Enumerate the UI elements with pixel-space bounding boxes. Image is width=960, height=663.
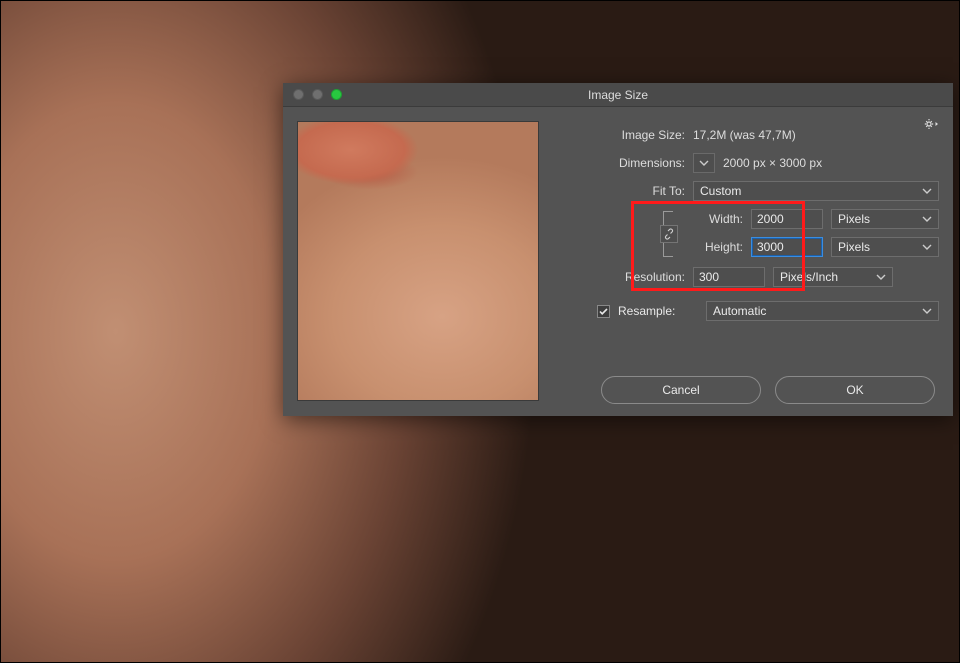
fit-to-dropdown[interactable]: Custom — [693, 181, 939, 201]
dimensions-unit-toggle[interactable] — [693, 153, 715, 173]
height-input[interactable]: 3000 — [751, 237, 823, 257]
dialog-title: Image Size — [283, 88, 953, 102]
width-input[interactable]: 2000 — [751, 209, 823, 229]
resample-value: Automatic — [713, 304, 766, 318]
height-label: Height: — [685, 240, 743, 254]
fit-to-label: Fit To: — [555, 184, 685, 198]
controls-panel: Image Size: 17,2M (was 47,7M) Dimensions… — [555, 121, 939, 404]
image-preview[interactable] — [297, 121, 539, 401]
resolution-unit-dropdown[interactable]: Pixels/Inch — [773, 267, 893, 287]
gear-icon[interactable] — [923, 117, 939, 134]
image-size-label: Image Size: — [555, 128, 685, 142]
resolution-input[interactable]: 300 — [693, 267, 765, 287]
resample-dropdown[interactable]: Automatic — [706, 301, 939, 321]
window-maximize-button[interactable] — [331, 89, 342, 100]
width-unit-value: Pixels — [838, 212, 870, 226]
constrain-proportions-toggle[interactable] — [660, 225, 678, 243]
ok-button[interactable]: OK — [775, 376, 935, 404]
window-controls — [283, 89, 342, 100]
window-minimize-button[interactable] — [312, 89, 323, 100]
image-size-dialog: Image Size Image Size: 17,2M (was 47,7M)… — [283, 83, 953, 416]
width-unit-dropdown[interactable]: Pixels — [831, 209, 939, 229]
resample-label: Resample: — [618, 304, 698, 318]
dimensions-value: 2000 px × 3000 px — [723, 156, 822, 170]
height-unit-dropdown[interactable]: Pixels — [831, 237, 939, 257]
document-canvas: Image Size Image Size: 17,2M (was 47,7M)… — [0, 0, 960, 663]
dialog-titlebar[interactable]: Image Size — [283, 83, 953, 107]
window-close-button[interactable] — [293, 89, 304, 100]
resample-checkbox[interactable] — [597, 305, 610, 318]
fit-to-value: Custom — [700, 184, 741, 198]
image-size-value: 17,2M (was 47,7M) — [693, 128, 796, 142]
resolution-label: Resolution: — [555, 270, 685, 284]
dimensions-label: Dimensions: — [555, 156, 685, 170]
width-label: Width: — [685, 212, 743, 226]
height-unit-value: Pixels — [838, 240, 870, 254]
cancel-button[interactable]: Cancel — [601, 376, 761, 404]
resolution-unit-value: Pixels/Inch — [780, 270, 838, 284]
